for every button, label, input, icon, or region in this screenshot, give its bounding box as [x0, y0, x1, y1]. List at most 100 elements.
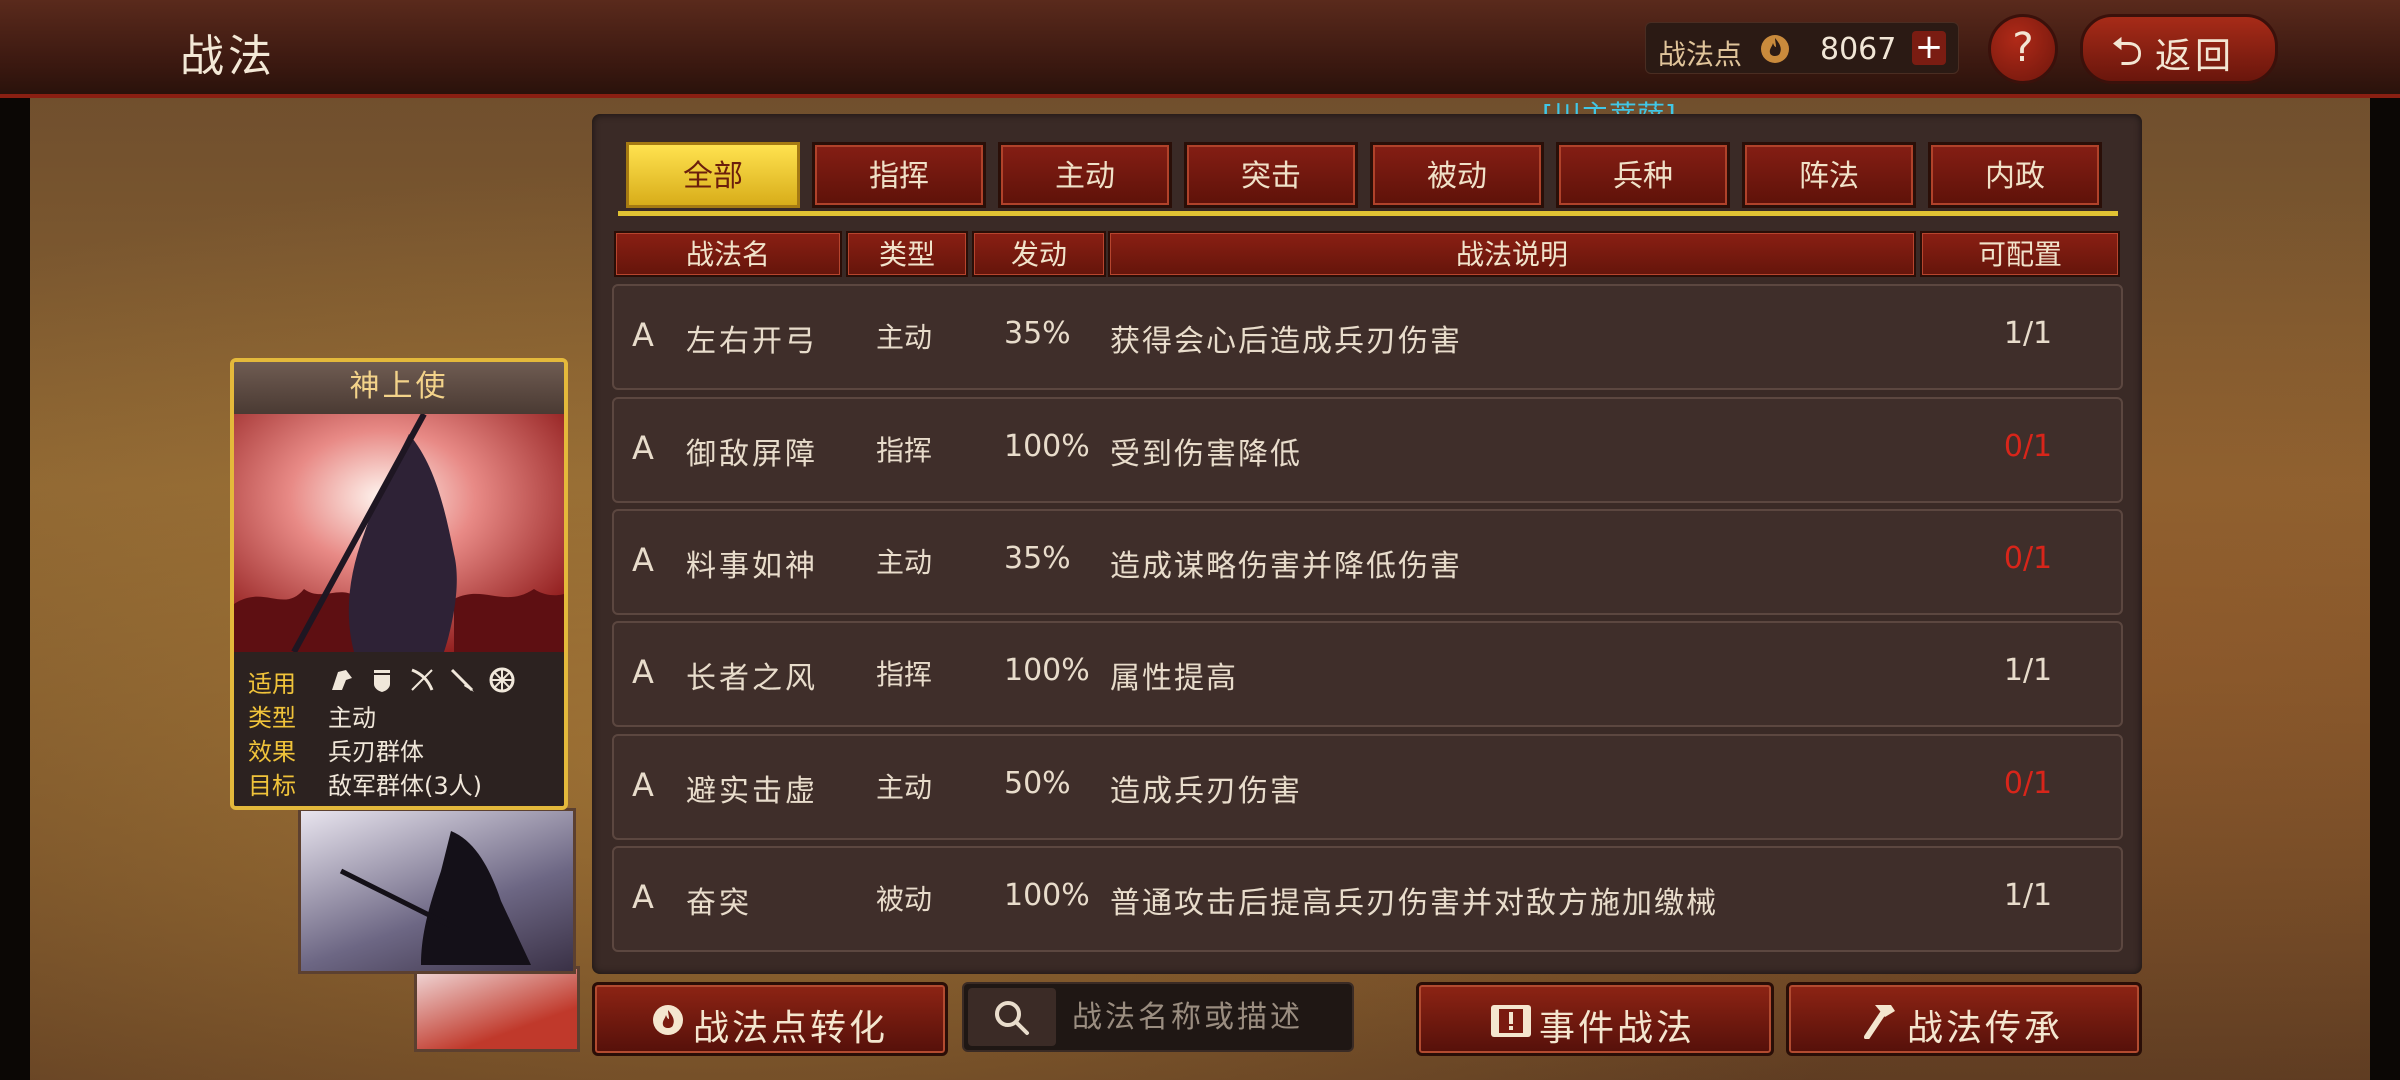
- tactic-type: 主动: [876, 546, 933, 579]
- tactic-name: 长者之风: [686, 661, 818, 696]
- tactic-name: 避实击虚: [686, 774, 818, 809]
- scroll-icon: [1491, 1005, 1531, 1037]
- add-points-button[interactable]: +: [1912, 30, 1946, 65]
- col-header-name[interactable]: 战法名: [614, 231, 842, 277]
- tactic-type: 指挥: [876, 658, 933, 691]
- left-edge: [0, 0, 30, 1080]
- tactic-desc: 获得会心后造成兵刃伤害: [1110, 324, 1462, 359]
- search-input[interactable]: [1070, 996, 1344, 1038]
- tactic-grade: A: [632, 541, 654, 579]
- tactic-grade: A: [632, 766, 654, 804]
- card-info: 适用 类型 主动 效果 兵刃群体 目标 敌军群体(3人): [234, 652, 564, 806]
- tactic-rate: 100%: [1004, 429, 1090, 464]
- spear-icon: [450, 668, 474, 692]
- tactic-desc: 造成兵刃伤害: [1110, 774, 1302, 809]
- tactic-slot: 0/1: [2003, 766, 2053, 801]
- fire-icon: [653, 1005, 683, 1035]
- help-button[interactable]: ?: [1988, 14, 2058, 84]
- tactic-rate: 35%: [1004, 541, 1071, 576]
- right-edge: [2370, 0, 2400, 1080]
- cavalry-icon: [332, 670, 352, 690]
- card-target-label: 目标: [248, 772, 296, 800]
- hammer-icon: [1864, 1005, 1895, 1039]
- search-button[interactable]: [968, 988, 1056, 1046]
- tactic-grade: A: [632, 316, 654, 354]
- tactic-type: 主动: [876, 321, 933, 354]
- tab-passive[interactable]: 被动: [1370, 142, 1544, 208]
- page-title: 战法: [180, 31, 276, 82]
- tactic-slot: 0/1: [2003, 541, 2053, 576]
- tactic-points-value: 8067: [1820, 32, 1897, 67]
- tab-internal[interactable]: 内政: [1928, 142, 2102, 208]
- tactic-points-box: 战法点 8067 +: [1645, 22, 1959, 74]
- tab-formation[interactable]: 阵法: [1742, 142, 1916, 208]
- convert-points-button[interactable]: 战法点转化: [592, 982, 948, 1056]
- tactic-card-back[interactable]: [414, 966, 580, 1052]
- tactic-type: 主动: [876, 771, 933, 804]
- tactic-row[interactable]: A 御敌屏障 指挥 100% 受到伤害降低 0/1: [612, 397, 2123, 503]
- tactic-row[interactable]: A 避实击虚 主动 50% 造成兵刃伤害 0/1: [612, 734, 2123, 840]
- tactic-name: 左右开弓: [686, 324, 818, 359]
- event-tactics-button[interactable]: 事件战法: [1416, 982, 1774, 1056]
- card-title: 神上使: [234, 362, 564, 414]
- card-art: [234, 414, 564, 652]
- tactic-name: 奋突: [686, 886, 752, 921]
- search-box: [962, 982, 1354, 1052]
- tactic-row[interactable]: A 奋突 被动 100% 普通攻击后提高兵刃伤害并对敌方施加缴械 1/1: [612, 846, 2123, 952]
- shield-icon: [374, 670, 390, 692]
- tactic-desc: 受到伤害降低: [1110, 437, 1302, 472]
- col-header-rate[interactable]: 发动: [972, 231, 1106, 277]
- tactic-slot: 1/1: [2003, 316, 2053, 351]
- tactic-slot: 1/1: [2003, 653, 2053, 688]
- tab-troop[interactable]: 兵种: [1556, 142, 1730, 208]
- card-art-silhouette: [339, 831, 531, 965]
- wheel-icon: [489, 667, 515, 693]
- tactic-grade: A: [632, 429, 654, 467]
- card-type-value: 主动: [328, 704, 376, 732]
- tactic-type: 被动: [876, 883, 933, 916]
- fire-icon: [1761, 35, 1789, 63]
- tactic-desc: 属性提高: [1110, 661, 1238, 696]
- event-tactics-label: 事件战法: [1539, 1008, 1696, 1049]
- tactic-row[interactable]: A 左右开弓 主动 35% 获得会心后造成兵刃伤害 1/1: [612, 284, 2123, 390]
- tactic-slot: 1/1: [2003, 878, 2053, 913]
- tactic-desc: 造成谋略伤害并降低伤害: [1110, 549, 1462, 584]
- tactic-rate: 100%: [1004, 878, 1090, 913]
- col-header-type[interactable]: 类型: [846, 231, 968, 277]
- tactic-row[interactable]: A 料事如神 主动 35% 造成谋略伤害并降低伤害 0/1: [612, 509, 2123, 615]
- convert-points-label: 战法点转化: [693, 1008, 889, 1049]
- back-button-label: 返回: [2155, 36, 2236, 77]
- tactic-rate: 50%: [1004, 766, 1071, 801]
- tactic-name: 料事如神: [686, 549, 818, 584]
- tactic-slot: 0/1: [2003, 429, 2053, 464]
- back-arrow-icon: ⮌: [2111, 29, 2144, 75]
- selected-tactic-card[interactable]: 神上使 适用 类型 主动 效果 兵刃群体 目标 敌军群体(3人): [230, 358, 568, 810]
- tab-command[interactable]: 指挥: [812, 142, 986, 208]
- bow-icon: [411, 668, 434, 691]
- tactic-grade: A: [632, 878, 654, 916]
- tab-underline: [618, 211, 2118, 216]
- tactic-grade: A: [632, 653, 654, 691]
- tactic-row[interactable]: A 长者之风 指挥 100% 属性提高 1/1: [612, 621, 2123, 727]
- col-header-slot[interactable]: 可配置: [1920, 231, 2120, 277]
- card-type-label: 类型: [248, 704, 296, 732]
- tactic-desc: 普通攻击后提高兵刃伤害并对敌方施加缴械: [1110, 886, 1718, 921]
- tab-assault[interactable]: 突击: [1184, 142, 1358, 208]
- tactic-rate: 100%: [1004, 653, 1090, 688]
- search-icon: [995, 1001, 1029, 1035]
- tactic-card-back[interactable]: [298, 808, 576, 974]
- tactic-inherit-button[interactable]: 战法传承: [1786, 982, 2142, 1056]
- card-apply-label: 适用: [248, 670, 296, 698]
- tactic-inherit-label: 战法传承: [1907, 1008, 2064, 1049]
- card-effect-label: 效果: [248, 738, 296, 766]
- card-target-value: 敌军群体(3人): [328, 772, 482, 800]
- back-button[interactable]: ⮌ 返回: [2080, 14, 2278, 84]
- tactic-name: 御敌屏障: [686, 437, 818, 472]
- col-header-desc: 战法说明: [1108, 231, 1916, 277]
- tab-all[interactable]: 全部: [626, 142, 800, 208]
- tactic-rate: 35%: [1004, 316, 1071, 351]
- tab-active[interactable]: 主动: [998, 142, 1172, 208]
- tactic-points-label: 战法点: [1658, 38, 1743, 71]
- top-bar: 战法 战法点 8067 + ? ⮌ 返回: [0, 0, 2400, 98]
- card-effect-value: 兵刃群体: [328, 738, 424, 766]
